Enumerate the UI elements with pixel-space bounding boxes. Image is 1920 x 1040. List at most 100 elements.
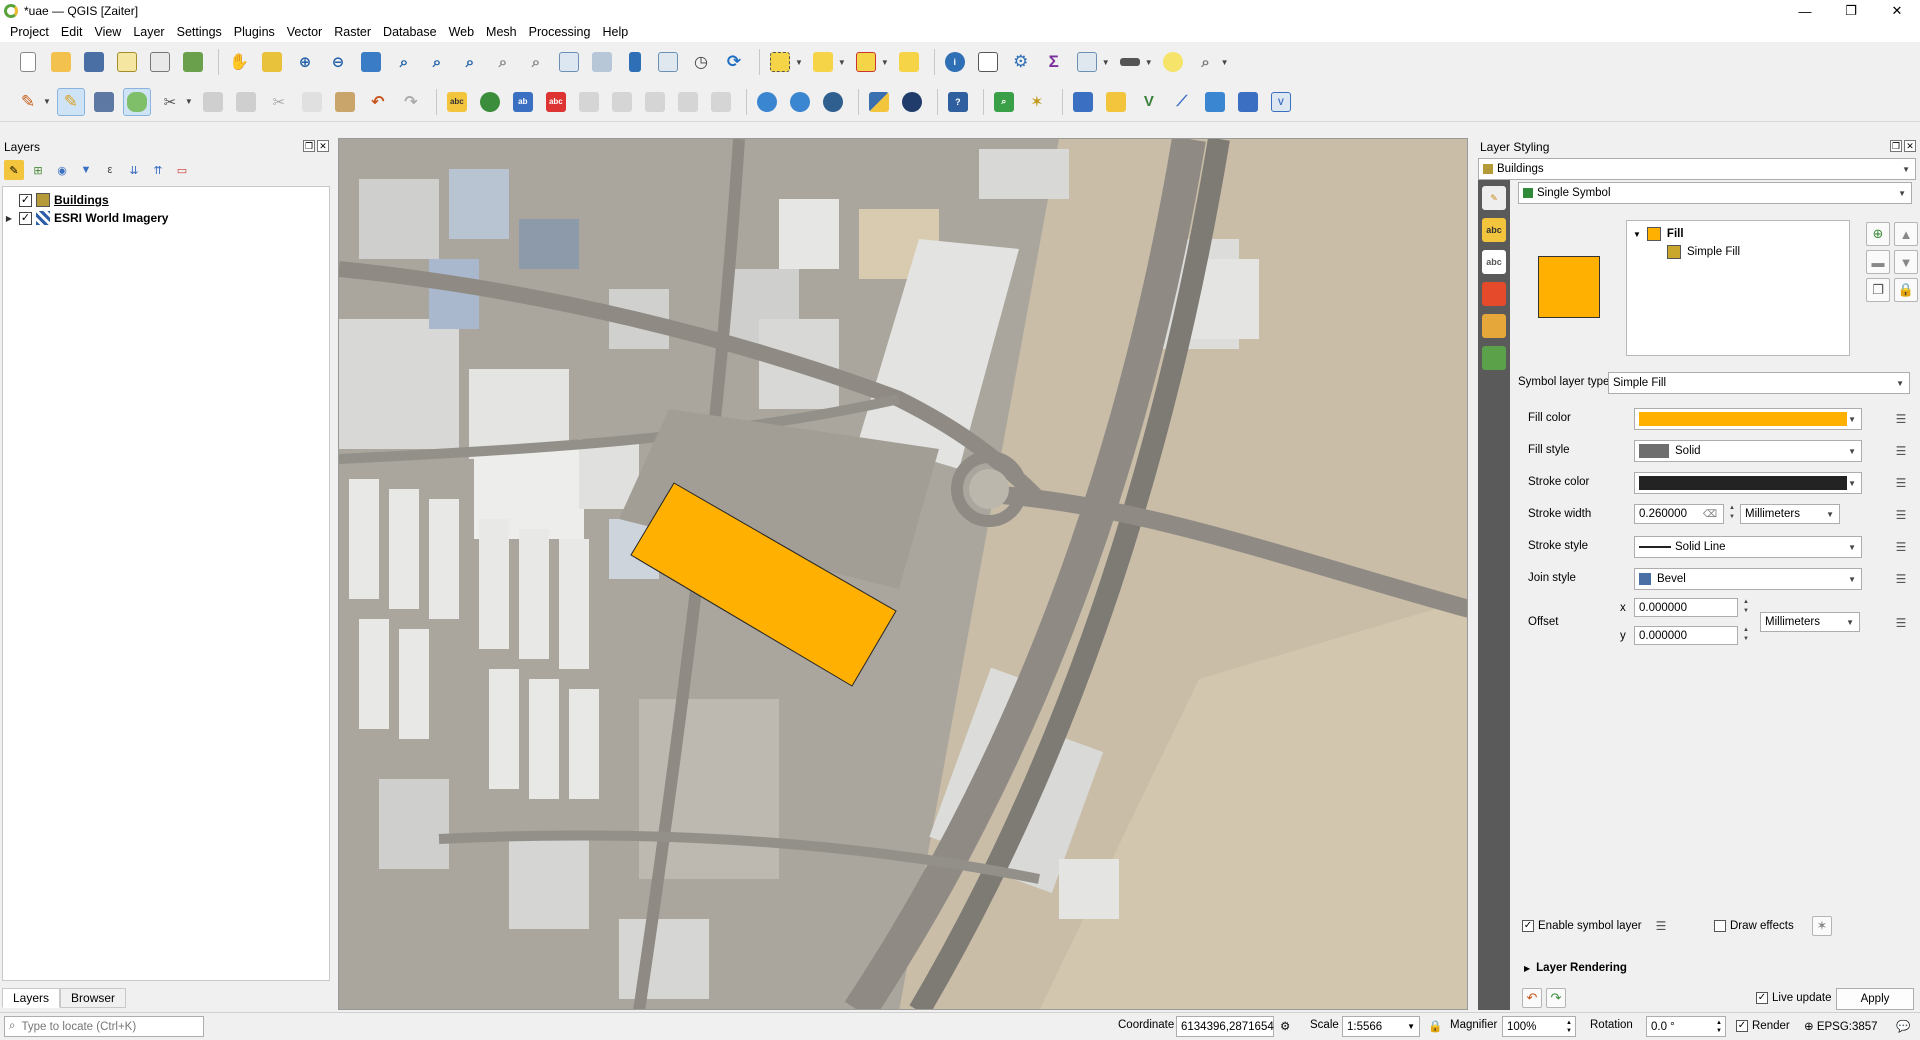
refresh-button[interactable]: ⟳ bbox=[720, 48, 748, 76]
new-project-button[interactable] bbox=[14, 48, 42, 76]
minimize-button[interactable]: — bbox=[1782, 0, 1828, 22]
crs-button[interactable]: ⊕ EPSG:3857 bbox=[1804, 1019, 1878, 1033]
fill-style-select[interactable]: Solid ▼ bbox=[1634, 440, 1862, 462]
redo-style-button[interactable]: ↷ bbox=[1546, 988, 1566, 1008]
draw-effects-checkbox[interactable]: Draw effects bbox=[1714, 920, 1794, 932]
offset-y-input[interactable]: 0.000000 bbox=[1634, 626, 1738, 645]
trace-tool-button[interactable]: ⟋ bbox=[1168, 88, 1196, 116]
chevron-down-icon[interactable]: ▼ bbox=[1102, 58, 1110, 67]
live-update-checkbox[interactable]: ✓ Live update bbox=[1756, 992, 1831, 1004]
style-layers-icon[interactable]: ✎ bbox=[4, 160, 24, 180]
fill-color-button[interactable]: ▼ bbox=[1634, 408, 1862, 430]
offset-x-input[interactable]: 0.000000 bbox=[1634, 598, 1738, 617]
expand-all-icon[interactable]: ⇊ bbox=[124, 160, 144, 180]
chevron-down-icon[interactable]: ▼ bbox=[795, 58, 803, 67]
change-label-button[interactable] bbox=[674, 88, 702, 116]
stroke-color-button[interactable]: ▼ bbox=[1634, 472, 1862, 494]
zoom-next-button[interactable]: ⌕ bbox=[522, 48, 550, 76]
effects-button[interactable]: ✶ bbox=[1812, 916, 1832, 936]
move-up-button[interactable]: ▲ bbox=[1894, 222, 1918, 246]
expand-arrow-icon[interactable]: ▶ bbox=[3, 214, 15, 223]
close-panel-icon[interactable]: ✕ bbox=[1904, 140, 1916, 152]
chevron-down-icon[interactable]: ▼ bbox=[185, 97, 193, 106]
select-by-location-button[interactable] bbox=[895, 48, 923, 76]
layer-rendering-section[interactable]: ▶ Layer Rendering bbox=[1524, 962, 1627, 974]
add-symbol-layer-button[interactable]: ⊕ bbox=[1866, 222, 1890, 246]
move-label-button[interactable] bbox=[608, 88, 636, 116]
data-defined-override-icon[interactable]: ☰ bbox=[1888, 569, 1914, 589]
data-defined-override-icon[interactable]: ☰ bbox=[1888, 613, 1914, 633]
remove-symbol-layer-button[interactable]: ▬ bbox=[1866, 250, 1890, 274]
open-project-button[interactable] bbox=[47, 48, 75, 76]
cut-features-button[interactable]: ✂ bbox=[265, 88, 293, 116]
symbol-layer-simple-fill[interactable]: Simple Fill bbox=[1667, 243, 1740, 261]
chevron-down-icon[interactable]: ▼ bbox=[1145, 58, 1153, 67]
layer-item-buildings[interactable]: ✓ Buildings bbox=[3, 191, 109, 209]
lock-scale-icon[interactable]: 🔒 bbox=[1428, 1019, 1442, 1033]
chevron-down-icon[interactable]: ▼ bbox=[838, 58, 846, 67]
field-calc-bar-button[interactable]: V bbox=[1267, 88, 1295, 116]
locator-search-input[interactable]: ⌕ Type to locate (Ctrl+K) bbox=[4, 1016, 204, 1037]
toggle-extents-icon[interactable]: ⚙ bbox=[1280, 1019, 1290, 1033]
add-polygon-button[interactable] bbox=[122, 87, 151, 116]
map-tips-button[interactable] bbox=[1159, 48, 1187, 76]
stroke-style-select[interactable]: Solid Line ▼ bbox=[1634, 536, 1862, 558]
renderer-select[interactable]: Single Symbol ▼ bbox=[1518, 182, 1912, 204]
stroke-unit-select[interactable]: Millimeters ▼ bbox=[1740, 504, 1840, 524]
filter-legend-icon[interactable]: ▼ bbox=[76, 160, 96, 180]
georeferencer-button[interactable] bbox=[753, 88, 781, 116]
menu-view[interactable]: View bbox=[88, 25, 127, 39]
labels-tab-icon[interactable]: abc bbox=[1482, 218, 1506, 242]
show-bookmarks-button[interactable] bbox=[654, 48, 682, 76]
help-button[interactable]: ? bbox=[944, 88, 972, 116]
menu-plugins[interactable]: Plugins bbox=[228, 25, 281, 39]
3d-view-tab-icon[interactable] bbox=[1482, 282, 1506, 306]
stroke-width-input[interactable]: 0.260000 ⌫ bbox=[1634, 504, 1724, 524]
style-manager-button[interactable] bbox=[179, 48, 207, 76]
menu-mesh[interactable]: Mesh bbox=[480, 25, 523, 39]
redo-button[interactable]: ↷ bbox=[397, 88, 425, 116]
symbology-tab-icon[interactable]: ✎ bbox=[1482, 186, 1506, 210]
history-tab-icon[interactable] bbox=[1482, 346, 1506, 370]
layer-item-esri-world-imagery[interactable]: ▶ ✓ ESRI World Imagery bbox=[3, 209, 168, 227]
tab-browser[interactable]: Browser bbox=[60, 988, 127, 1008]
data-defined-override-icon[interactable]: ☰ bbox=[1888, 441, 1914, 461]
pan-to-selection-button[interactable] bbox=[258, 48, 286, 76]
zoom-last-button[interactable]: ⌕ bbox=[489, 48, 517, 76]
scale-select[interactable]: 1:5566 ▼ bbox=[1342, 1016, 1420, 1037]
masks-tab-icon[interactable]: abc bbox=[1482, 250, 1506, 274]
chevron-down-icon[interactable]: ▼ bbox=[881, 58, 889, 67]
locator-button[interactable]: ⌕ bbox=[1192, 48, 1220, 76]
python-console-button[interactable] bbox=[865, 88, 893, 116]
advanced-digitizing-button[interactable] bbox=[1201, 88, 1229, 116]
collapse-all-icon[interactable]: ⇈ bbox=[148, 160, 168, 180]
zoom-native-button[interactable]: ⌕ bbox=[456, 48, 484, 76]
duplicate-symbol-layer-button[interactable]: ❐ bbox=[1866, 278, 1890, 302]
close-button[interactable]: ✕ bbox=[1874, 0, 1920, 22]
split-features-button[interactable]: V bbox=[1135, 88, 1163, 116]
shape-digitize-button[interactable] bbox=[1102, 88, 1130, 116]
symbol-root-fill[interactable]: ▼ Fill bbox=[1633, 225, 1684, 243]
deselect-all-button[interactable] bbox=[852, 48, 880, 76]
menu-web[interactable]: Web bbox=[443, 25, 480, 39]
chevron-down-icon[interactable]: ▼ bbox=[1221, 58, 1229, 67]
earth-engine-button[interactable] bbox=[898, 88, 926, 116]
data-defined-override-icon[interactable]: ☰ bbox=[1648, 916, 1674, 936]
rotate-label-button[interactable] bbox=[641, 88, 669, 116]
rotation-input[interactable]: 0.0 ° ▲ ▼ bbox=[1646, 1016, 1726, 1037]
layer-visibility-checkbox[interactable]: ✓ bbox=[19, 193, 32, 207]
vertex-tool-button[interactable]: ✂ bbox=[156, 88, 184, 116]
save-edits-button[interactable] bbox=[90, 88, 118, 116]
zoom-selection-button[interactable]: ⌕ bbox=[390, 48, 418, 76]
offset-unit-select[interactable]: Millimeters ▼ bbox=[1760, 612, 1860, 632]
layout-manager-button[interactable] bbox=[146, 48, 174, 76]
float-panel-icon[interactable]: ❐ bbox=[1890, 140, 1902, 152]
new-bookmark-button[interactable] bbox=[621, 48, 649, 76]
attribute-table-button[interactable] bbox=[974, 48, 1002, 76]
select-features-button[interactable] bbox=[766, 48, 794, 76]
toggle-editing-button[interactable]: ✎ bbox=[56, 87, 85, 116]
float-panel-icon[interactable]: ❐ bbox=[303, 140, 315, 152]
maximize-button[interactable]: ❐ bbox=[1828, 0, 1874, 22]
data-defined-override-icon[interactable]: ☰ bbox=[1888, 537, 1914, 557]
processing-toolbox-button[interactable]: ⚙ bbox=[1007, 48, 1035, 76]
